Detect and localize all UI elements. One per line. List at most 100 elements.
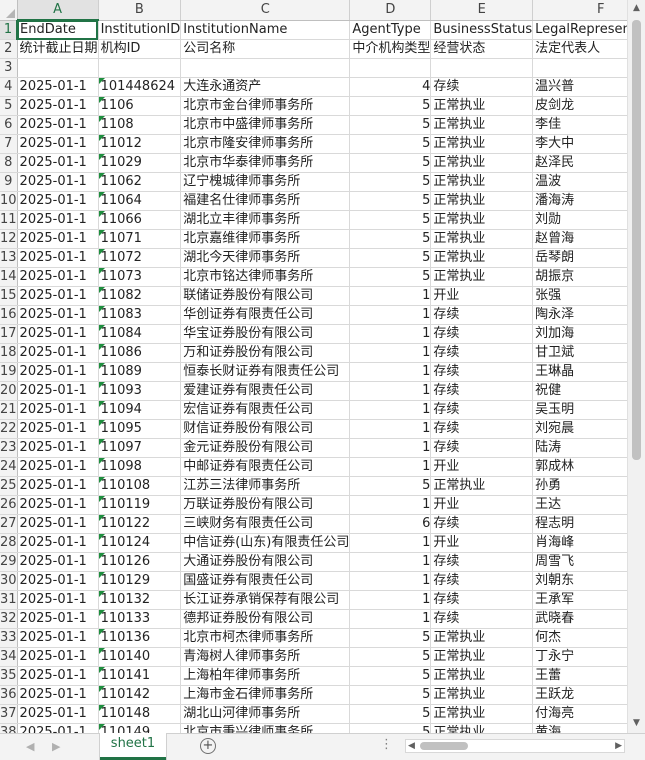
row-header[interactable]: 9 [0, 172, 18, 192]
row-header[interactable]: 26 [0, 495, 18, 515]
cell[interactable]: 机构ID [98, 39, 182, 59]
scroll-up-icon[interactable]: ▲ [631, 3, 642, 14]
cell[interactable]: 正常执业 [430, 191, 534, 211]
row-header[interactable]: 10 [0, 191, 18, 211]
cell[interactable]: 辽宁槐城律师事务所 [180, 172, 351, 192]
cell[interactable]: 皮剑龙 [532, 96, 627, 116]
row-header[interactable]: 16 [0, 305, 18, 325]
cell[interactable]: 正常执业 [430, 153, 534, 173]
cell[interactable]: 110122 [98, 514, 182, 534]
vertical-scroll-thumb[interactable] [632, 20, 641, 460]
row-header[interactable]: 37 [0, 704, 18, 724]
cell[interactable]: 爱建证券有限责任公司 [180, 381, 351, 401]
cell[interactable]: 国盛证券有限责任公司 [180, 571, 351, 591]
cell[interactable]: 2025-01-1 [17, 362, 99, 382]
cell[interactable]: 武晓春 [532, 609, 627, 629]
cell[interactable] [430, 58, 534, 78]
cell[interactable]: 11072 [98, 248, 182, 268]
cell[interactable]: 大通证券股份有限公司 [180, 552, 351, 572]
row-header[interactable]: 4 [0, 77, 18, 97]
cell[interactable]: 110133 [98, 609, 182, 629]
cell[interactable]: 王蕾 [532, 666, 627, 686]
row-header[interactable]: 13 [0, 248, 18, 268]
cell[interactable]: 湖北今天律师事务所 [180, 248, 351, 268]
cell[interactable]: 110149 [98, 723, 182, 733]
row-header[interactable]: 25 [0, 476, 18, 496]
cell[interactable]: 潘海涛 [532, 191, 627, 211]
cell[interactable]: 岳琴朗 [532, 248, 627, 268]
cell[interactable]: 温波 [532, 172, 627, 192]
cell[interactable]: 存续 [430, 419, 534, 439]
cell[interactable]: 11062 [98, 172, 182, 192]
cell[interactable]: 1106 [98, 96, 182, 116]
cell[interactable]: 2025-01-1 [17, 400, 99, 420]
cell[interactable]: 存续 [430, 609, 534, 629]
cell[interactable]: 2025-01-1 [17, 229, 99, 249]
cell[interactable] [180, 58, 351, 78]
cell[interactable]: 财信证券股份有限公司 [180, 419, 351, 439]
tab-next-icon[interactable]: ▶ [52, 740, 60, 753]
cell[interactable]: InstitutionID [98, 20, 182, 40]
cell[interactable]: 开业 [430, 286, 534, 306]
cell[interactable]: 华宝证券股份有限公司 [180, 324, 351, 344]
cell[interactable]: 2025-01-1 [17, 514, 99, 534]
cell[interactable]: 正常执业 [430, 267, 534, 287]
cell[interactable]: 2025-01-1 [17, 571, 99, 591]
cell[interactable]: 110132 [98, 590, 182, 610]
cell[interactable]: 2025-01-1 [17, 533, 99, 553]
cell[interactable]: 110141 [98, 666, 182, 686]
cell[interactable]: 中介机构类型 [349, 39, 432, 59]
cell[interactable]: 周雪飞 [532, 552, 627, 572]
cell[interactable]: 110140 [98, 647, 182, 667]
cell[interactable]: 5 [349, 628, 432, 648]
column-header[interactable]: C [180, 0, 351, 21]
row-header[interactable]: 21 [0, 400, 18, 420]
cell[interactable]: 2025-01-1 [17, 457, 99, 477]
cell[interactable]: 2025-01-1 [17, 381, 99, 401]
cell[interactable]: 陆涛 [532, 438, 627, 458]
row-header[interactable]: 32 [0, 609, 18, 629]
cell[interactable]: 福建名仕律师事务所 [180, 191, 351, 211]
cell[interactable]: 正常执业 [430, 647, 534, 667]
cell[interactable]: 正常执业 [430, 210, 534, 230]
cell[interactable]: 6 [349, 514, 432, 534]
cell[interactable]: 1 [349, 286, 432, 306]
cell[interactable]: 祝健 [532, 381, 627, 401]
cell[interactable]: 三峡财务有限责任公司 [180, 514, 351, 534]
cell[interactable]: 2025-01-1 [17, 628, 99, 648]
cell[interactable]: 5 [349, 476, 432, 496]
cell[interactable]: 郭成林 [532, 457, 627, 477]
cell[interactable]: 2025-01-1 [17, 96, 99, 116]
cell[interactable]: 1 [349, 495, 432, 515]
cell[interactable]: 1 [349, 400, 432, 420]
horizontal-scrollbar[interactable]: ◀ ▶ [405, 739, 625, 753]
cell[interactable]: 黄海 [532, 723, 627, 733]
cell[interactable]: 德邦证券股份有限公司 [180, 609, 351, 629]
scroll-left-icon[interactable]: ◀ [408, 740, 415, 752]
cell[interactable]: 5 [349, 210, 432, 230]
cell[interactable]: 宏信证券有限责任公司 [180, 400, 351, 420]
horizontal-scroll-thumb[interactable] [420, 742, 468, 750]
cell[interactable]: 陶永泽 [532, 305, 627, 325]
row-header[interactable]: 38 [0, 723, 18, 733]
cell[interactable]: 5 [349, 115, 432, 135]
cell[interactable]: 法定代表人 [532, 39, 627, 59]
cell[interactable]: 2025-01-1 [17, 324, 99, 344]
cell[interactable]: 付海亮 [532, 704, 627, 724]
cell[interactable]: 肖海峰 [532, 533, 627, 553]
cell[interactable]: 1 [349, 533, 432, 553]
cell[interactable]: 丁永宁 [532, 647, 627, 667]
cell[interactable]: LegalRepresentative [532, 20, 627, 40]
cell[interactable]: 正常执业 [430, 96, 534, 116]
cell[interactable]: 正常执业 [430, 115, 534, 135]
cell[interactable]: 11089 [98, 362, 182, 382]
cell[interactable]: 中信证券(山东)有限责任公司 [180, 533, 351, 553]
cell[interactable]: 正常执业 [430, 229, 534, 249]
cell[interactable]: 2025-01-1 [17, 153, 99, 173]
sheet-tab-sheet1[interactable]: sheet1 [100, 733, 166, 760]
row-header[interactable]: 5 [0, 96, 18, 116]
cell[interactable]: 1 [349, 552, 432, 572]
row-header[interactable]: 27 [0, 514, 18, 534]
cell[interactable]: 统计截止日期 [17, 39, 99, 59]
cell[interactable]: 5 [349, 704, 432, 724]
